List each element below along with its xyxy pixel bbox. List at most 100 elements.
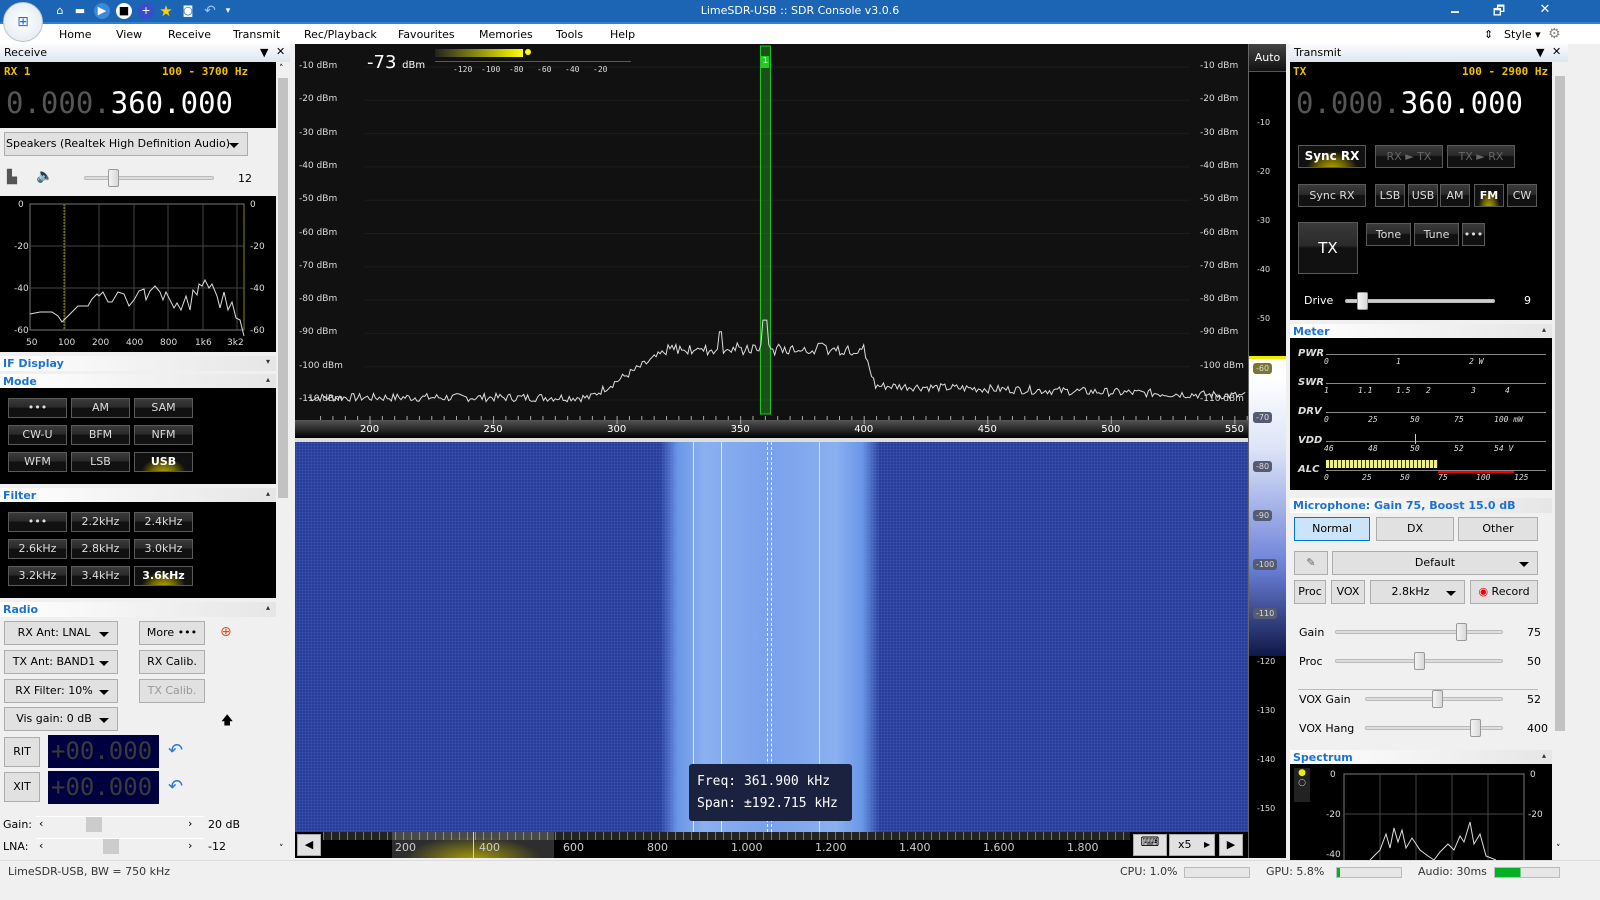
waterfall-display[interactable]: Freq: 361.900 kHz Span: ±192.715 kHz [295, 442, 1248, 832]
sync-rx-button[interactable]: Sync RX [1298, 184, 1366, 207]
record-button[interactable]: ◉ Record [1470, 580, 1538, 604]
keyboard-icon[interactable]: ⌨ [1133, 834, 1167, 856]
minimize-button[interactable]: 🗕 [1440, 2, 1470, 20]
mode-button[interactable]: SAM [134, 398, 193, 418]
preset-normal-button[interactable]: Normal [1294, 517, 1370, 541]
audio-bars-icon[interactable]: ▙ [7, 170, 17, 185]
drive-slider-thumb[interactable] [1356, 292, 1368, 310]
vis-gain-dropdown[interactable]: Vis gain: 0 dB [4, 707, 118, 731]
rx-filter-dropdown[interactable]: RX Filter: 10% [4, 679, 118, 703]
filter-button[interactable]: 2.8kHz [71, 539, 130, 559]
app-menu-button[interactable]: ⊞ [3, 2, 43, 42]
filter-header[interactable]: Filter ▴ [0, 488, 276, 503]
mic-slider-track[interactable] [1365, 726, 1503, 730]
menu-help[interactable]: Help [610, 28, 635, 41]
filter-button[interactable]: 3.6kHz [134, 566, 193, 586]
tx-more-button[interactable]: ••• [1462, 223, 1485, 246]
xit-button[interactable]: XIT [4, 772, 40, 802]
if-display-header[interactable]: IF Display ▾ [0, 356, 276, 371]
menu-receive[interactable]: Receive [168, 28, 211, 41]
mic-slider-thumb[interactable] [1414, 652, 1425, 670]
filter-button[interactable]: 3.4kHz [71, 566, 130, 586]
customize-chevron-icon[interactable]: ▾ [220, 3, 236, 19]
tx-mode-cw-button[interactable]: CW [1507, 184, 1537, 207]
tune-button[interactable]: Tune [1414, 223, 1459, 246]
rit-button[interactable]: RIT [4, 737, 40, 767]
mic-profile-dropdown[interactable]: Default [1332, 551, 1538, 575]
mic-slider-track[interactable] [1335, 630, 1503, 634]
scroll-left-icon[interactable]: ‹ [39, 817, 43, 830]
menu-home[interactable]: Home [59, 28, 91, 41]
mic-slider-thumb[interactable] [1456, 623, 1467, 641]
vfo-marker[interactable]: 1 [761, 56, 770, 68]
preset-other-button[interactable]: Other [1458, 517, 1538, 541]
favourite-star-icon[interactable]: ★ [158, 3, 174, 19]
filter-button[interactable]: ••• [8, 512, 67, 532]
mode-button[interactable]: CW-U [8, 425, 67, 445]
rx-calib-button[interactable]: RX Calib. [139, 650, 205, 674]
scroll-up-icon[interactable]: ˄ [279, 64, 284, 74]
scroll-thumb[interactable] [278, 78, 288, 498]
sync-rx-toggle[interactable]: Sync RX [1298, 145, 1366, 168]
mode-button[interactable]: AM [71, 398, 130, 418]
rx-antenna-dropdown[interactable]: RX Ant: LNAL [4, 621, 118, 645]
help-circle-icon[interactable]: ⇕ [1484, 28, 1493, 41]
undo-icon[interactable]: ↶ [202, 3, 218, 19]
panel-dropdown-icon[interactable]: ▼ [260, 46, 268, 59]
style-menu[interactable]: Style ▾ [1504, 28, 1541, 41]
spectrum-display[interactable]: -73 dBm -10 dBm -10 dBm -20 dBm -20 dBm -30 … [295, 44, 1248, 438]
restore-button[interactable]: 🗗 [1484, 2, 1514, 20]
receive-panel-scrollbar[interactable]: ˄ ˅ [276, 62, 290, 860]
menu-rec-playback[interactable]: Rec/Playback [304, 28, 377, 41]
microphone-header[interactable]: Microphone: Gain 75, Boost 15.0 dB [1290, 498, 1552, 513]
gain-scroll-thumb[interactable] [86, 817, 102, 832]
tx-antenna-dropdown[interactable]: TX Ant: BAND1 [4, 650, 118, 674]
spectrum-panel-header[interactable]: Spectrum ▴ [1290, 750, 1552, 765]
spectrum-plot[interactable] [295, 44, 1248, 438]
add-icon[interactable]: + [138, 3, 154, 19]
mode-header[interactable]: Mode ▴ [0, 374, 276, 389]
rit-value-display[interactable]: +00.000 [48, 735, 159, 768]
zoom-factor-button[interactable]: x5 ▶ [1169, 834, 1215, 856]
mode-button[interactable]: LSB [71, 452, 130, 472]
meter-header[interactable]: Meter ▴ [1290, 324, 1552, 339]
lna-scroll-thumb[interactable] [103, 839, 119, 854]
more-button[interactable]: More ••• [139, 621, 205, 645]
scroll-thumb[interactable] [1555, 76, 1565, 731]
mode-button[interactable]: BFM [71, 425, 130, 445]
drive-slider[interactable] [1345, 299, 1495, 303]
vox-button[interactable]: VOX [1331, 580, 1365, 604]
scroll-down-icon[interactable]: ˅ [1556, 844, 1561, 854]
audio-device-dropdown[interactable]: Speakers (Realtek High Definition Audio) [4, 132, 248, 156]
panel-close-icon[interactable]: ✕ [1552, 45, 1561, 58]
mode-button[interactable]: NFM [134, 425, 193, 445]
rx-frequency-display[interactable]: RX 1 100 - 3700 Hz 0.000.360.000 [0, 62, 276, 128]
collapse-icon[interactable]: ▴ [266, 603, 270, 612]
menu-memories[interactable]: Memories [479, 28, 533, 41]
tone-button[interactable]: Tone [1366, 223, 1411, 246]
xit-value-display[interactable]: +00.000 [48, 771, 159, 804]
menu-tools[interactable]: Tools [556, 28, 583, 41]
tx-mode-fm-button[interactable]: FM [1474, 184, 1504, 207]
collapse-icon[interactable]: ▴ [266, 489, 270, 498]
tx-button[interactable]: TX [1298, 222, 1358, 274]
collapse-icon[interactable]: ▴ [1542, 325, 1546, 334]
tx-mode-usb-button[interactable]: USB [1408, 184, 1438, 207]
mode-button[interactable]: USB [134, 452, 193, 472]
filter-button[interactable]: 3.0kHz [134, 539, 193, 559]
home-icon[interactable]: ⌂ [52, 3, 68, 19]
filter-button[interactable]: 2.4kHz [134, 512, 193, 532]
play-icon[interactable]: ▶ [94, 3, 110, 19]
lna-scrollbar[interactable]: ‹ › [36, 838, 204, 854]
menu-transmit[interactable]: Transmit [233, 28, 280, 41]
filter-button[interactable]: 2.6kHz [8, 539, 67, 559]
scroll-left-icon[interactable]: ‹ [39, 839, 43, 852]
proc-button[interactable]: Proc [1294, 580, 1326, 604]
band-overview-bar[interactable]: ◀ ⌨ x5 ▶ ▶ 200 400 600 800 1.000 1.200 1.400 1.6… [295, 832, 1248, 858]
volume-slider[interactable] [84, 176, 214, 180]
settings-gear-icon[interactable]: ⚙ [1548, 26, 1561, 42]
filter-button[interactable]: 2.2kHz [71, 512, 130, 532]
gain-scrollbar[interactable]: ‹ › [36, 816, 204, 832]
scroll-right-icon[interactable]: › [188, 817, 192, 830]
mic-bandwidth-dropdown[interactable]: 2.8kHz [1370, 580, 1465, 604]
